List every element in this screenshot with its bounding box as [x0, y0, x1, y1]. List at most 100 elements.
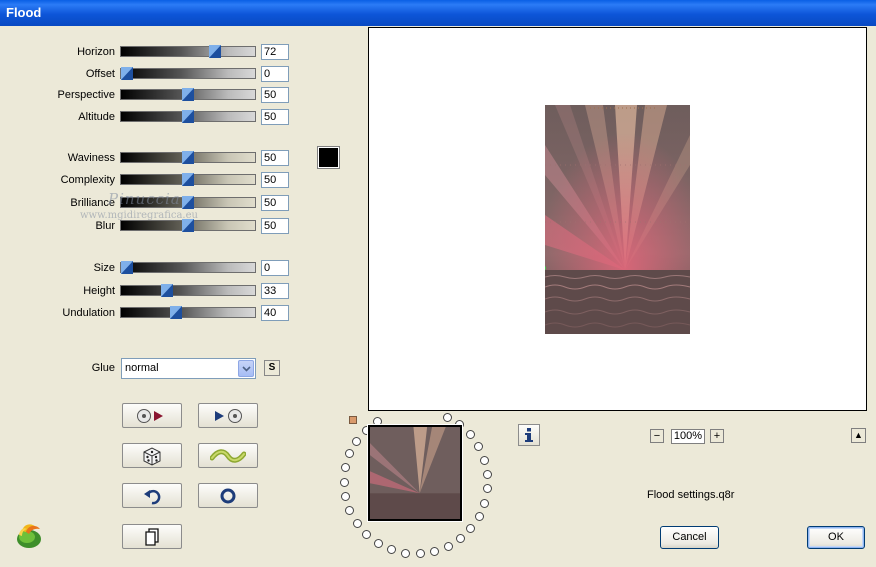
ring-dot[interactable] — [340, 463, 350, 473]
value-field-brilliance[interactable]: 50 — [261, 195, 289, 211]
window-title: Flood — [6, 5, 42, 20]
watermark-name: Pinuccia — [108, 190, 181, 208]
ring-dot[interactable] — [455, 534, 465, 544]
preview-image — [545, 105, 690, 334]
ring-dot[interactable] — [465, 430, 475, 440]
slider-offset[interactable] — [120, 67, 256, 80]
value-field-height[interactable]: 33 — [261, 283, 289, 299]
ring-dot[interactable] — [466, 524, 476, 534]
info-icon — [525, 428, 533, 442]
ring-dot[interactable] — [474, 442, 484, 452]
slider-perspective[interactable] — [120, 88, 256, 101]
ring-dot[interactable] — [345, 449, 355, 459]
value-field-waviness[interactable]: 50 — [261, 150, 289, 166]
value-field-offset[interactable]: 0 — [261, 66, 289, 82]
preview-canvas[interactable] — [368, 27, 867, 411]
value-field-altitude[interactable]: 50 — [261, 109, 289, 125]
slider-size[interactable] — [120, 261, 256, 274]
slider-thumb[interactable] — [182, 196, 194, 209]
value-field-undulation[interactable]: 40 — [261, 305, 289, 321]
slider-thumb[interactable] — [182, 88, 194, 101]
dice-randomize-icon — [143, 446, 161, 466]
undo-button[interactable] — [122, 483, 182, 508]
watermark-url: www.mgidiregrafica.eu — [80, 210, 198, 221]
ring-dot[interactable] — [345, 506, 355, 516]
slider-label-altitude: Altitude — [78, 111, 115, 123]
zoom-level: 100% — [671, 429, 705, 444]
ring-dot[interactable] — [339, 477, 349, 487]
app-logo-icon — [14, 521, 44, 549]
slider-thumb[interactable] — [182, 110, 194, 123]
slider-label-blur: Blur — [95, 220, 115, 232]
info-button[interactable] — [518, 424, 540, 446]
slider-complexity[interactable] — [120, 173, 256, 186]
slider-undulation[interactable] — [120, 306, 256, 319]
ring-dot[interactable] — [341, 492, 351, 502]
reset-button[interactable] — [198, 483, 258, 508]
ring-dot[interactable] — [442, 412, 452, 422]
ring-dot[interactable] — [480, 498, 490, 508]
randomize-button[interactable] — [122, 443, 182, 468]
ring-handle[interactable] — [349, 416, 357, 424]
slider-height[interactable] — [120, 284, 256, 297]
ring-dot[interactable] — [373, 538, 383, 548]
scroll-up-button[interactable]: ▲ — [851, 428, 866, 443]
ring-dot[interactable] — [400, 548, 410, 558]
slider-label-offset: Offset — [85, 68, 115, 80]
ring-dot[interactable] — [429, 547, 439, 557]
ring-dot[interactable] — [483, 469, 493, 479]
save-preset-icon — [215, 408, 242, 423]
flood-color-swatch[interactable] — [317, 146, 340, 169]
thumbnail-preview[interactable] — [367, 424, 463, 522]
cancel-button[interactable]: Cancel — [660, 526, 719, 549]
reset-circle-icon — [220, 488, 236, 503]
value-field-complexity[interactable]: 50 — [261, 172, 289, 188]
ring-dot[interactable] — [415, 549, 425, 559]
slider-label-waviness: Waviness — [67, 152, 115, 164]
save-preset-button[interactable] — [198, 403, 258, 428]
slider-label-horizon: Horizon — [77, 46, 115, 58]
slider-horizon[interactable] — [120, 45, 256, 58]
slider-thumb[interactable] — [121, 67, 133, 80]
window-titlebar[interactable]: Flood — [0, 0, 876, 26]
glue-selected-value: normal — [125, 362, 159, 374]
value-field-perspective[interactable]: 50 — [261, 87, 289, 103]
ring-dot[interactable] — [474, 512, 484, 522]
load-preset-icon — [137, 408, 163, 423]
chevron-down-icon[interactable] — [238, 360, 254, 377]
load-preset-button[interactable] — [122, 403, 182, 428]
value-field-blur[interactable]: 50 — [261, 218, 289, 234]
ring-dot[interactable] — [352, 518, 362, 528]
ring-dot[interactable] — [480, 455, 490, 465]
slider-thumb[interactable] — [182, 173, 194, 186]
glue-label: Glue — [91, 362, 115, 374]
ok-button[interactable]: OK — [807, 526, 865, 549]
ring-dot[interactable] — [386, 545, 396, 555]
slider-label-undulation: Undulation — [62, 307, 115, 319]
slider-thumb[interactable] — [161, 284, 174, 297]
zoom-out-button[interactable]: − — [650, 429, 664, 443]
slider-thumb[interactable] — [169, 306, 182, 319]
ring-dot[interactable] — [352, 436, 362, 446]
value-field-horizon[interactable]: 72 — [261, 44, 289, 60]
ring-dot[interactable] — [483, 484, 493, 494]
glue-s-button[interactable]: S — [264, 360, 280, 376]
slider-label-size: Size — [93, 262, 115, 274]
settings-filename: Flood settings.q8r — [647, 489, 735, 501]
copy-button[interactable] — [122, 524, 182, 549]
wave-button[interactable] — [198, 443, 258, 468]
slider-label-perspective: Perspective — [57, 89, 115, 101]
ring-dot[interactable] — [362, 529, 372, 539]
slider-waviness[interactable] — [120, 151, 256, 164]
slider-thumb[interactable] — [208, 45, 221, 58]
slider-blur[interactable] — [120, 219, 256, 232]
ring-dot[interactable] — [443, 541, 453, 551]
slider-thumb[interactable] — [182, 151, 194, 164]
slider-altitude[interactable] — [120, 110, 256, 123]
wave-icon — [210, 448, 246, 463]
value-field-size[interactable]: 0 — [261, 260, 289, 276]
glue-select[interactable]: normal — [121, 358, 256, 379]
zoom-in-button[interactable]: + — [710, 429, 724, 443]
slider-label-brilliance: Brilliance — [70, 197, 115, 209]
slider-thumb[interactable] — [121, 261, 133, 274]
